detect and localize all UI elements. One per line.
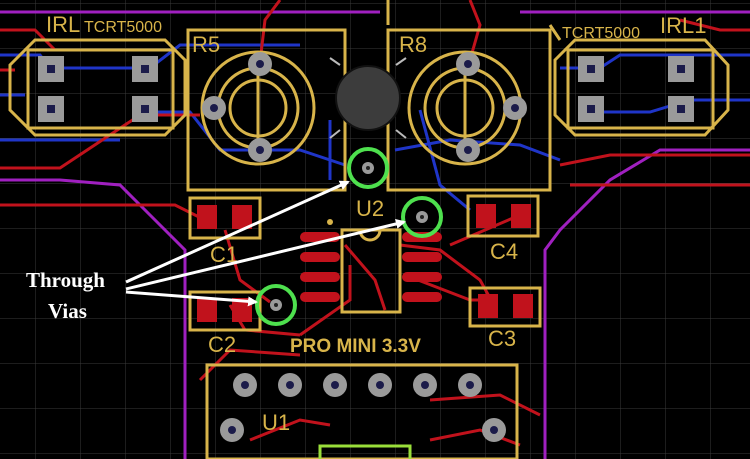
- label-u1: U1: [262, 410, 290, 435]
- label-u2: U2: [356, 196, 384, 221]
- label-c4: C4: [490, 239, 518, 264]
- label-tcrt-left: TCRT5000: [84, 19, 162, 36]
- pcb-canvas: IRL TCRT5000 TCRT5000 IRL1 R5 R8 U2 C1 C…: [0, 0, 750, 459]
- label-irl-right: IRL1: [660, 13, 706, 38]
- label-tcrt-right: TCRT5000: [562, 25, 640, 42]
- annotation-through: Through: [26, 268, 105, 292]
- label-irl-left: IRL: [46, 12, 80, 37]
- pcb-layout-view: IRL TCRT5000 TCRT5000 IRL1 R5 R8 U2 C1 C…: [0, 0, 750, 459]
- u2-pin1-marker: [327, 219, 333, 225]
- label-r5: R5: [192, 32, 220, 57]
- mounting-hole: [335, 65, 401, 131]
- annotation-vias: Vias: [48, 299, 87, 323]
- label-c2: C2: [208, 332, 236, 357]
- label-c3: C3: [488, 326, 516, 351]
- label-board: PRO MINI 3.3V: [290, 336, 421, 357]
- label-r8: R8: [399, 32, 427, 57]
